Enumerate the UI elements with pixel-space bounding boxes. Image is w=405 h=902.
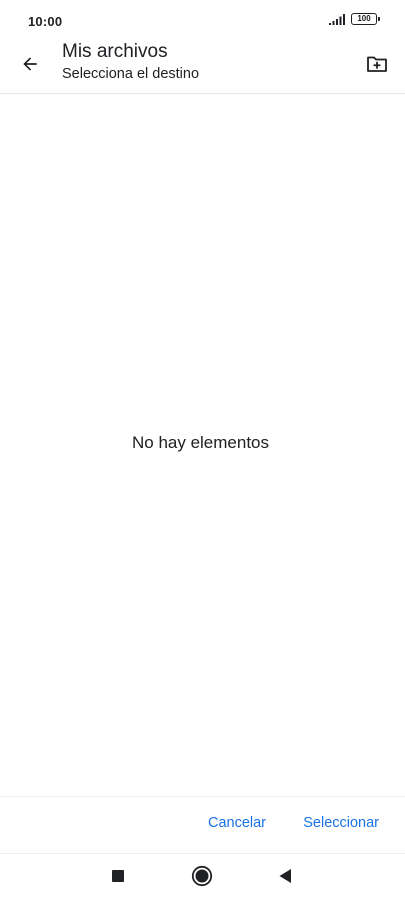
- triangle-back-icon: [278, 868, 292, 889]
- arrow-left-icon: [20, 54, 40, 79]
- page-title: Mis archivos: [62, 41, 168, 62]
- status-bar: 10:00 100: [0, 0, 405, 40]
- battery-level: 100: [357, 14, 371, 23]
- select-button[interactable]: Seleccionar: [303, 813, 379, 833]
- navigation-bar: [0, 854, 405, 902]
- status-time: 10:00: [28, 14, 63, 29]
- title-block: Mis archivos Selecciona el destino: [62, 40, 199, 84]
- app-bar: Mis archivos Selecciona el destino: [0, 40, 405, 94]
- square-recents-icon: [111, 869, 125, 888]
- home-button[interactable]: [191, 865, 213, 892]
- create-folder-icon: [366, 55, 388, 78]
- screen: 10:00 100 Mis archivos Selecciona el des…: [0, 0, 405, 902]
- system-back-button[interactable]: [274, 867, 296, 889]
- recents-button[interactable]: [107, 867, 129, 889]
- page-subtitle: Selecciona el destino: [62, 66, 200, 82]
- status-icons: 100: [329, 13, 380, 25]
- battery-icon: 100: [351, 13, 380, 25]
- empty-state-message: No hay elementos: [131, 433, 270, 452]
- action-bar: Cancelar Seleccionar: [0, 796, 405, 854]
- new-folder-button[interactable]: [359, 48, 395, 84]
- back-button[interactable]: [12, 48, 48, 84]
- signal-icon: [329, 13, 347, 25]
- cancel-button[interactable]: Cancelar: [208, 813, 266, 833]
- circle-home-icon: [191, 865, 213, 892]
